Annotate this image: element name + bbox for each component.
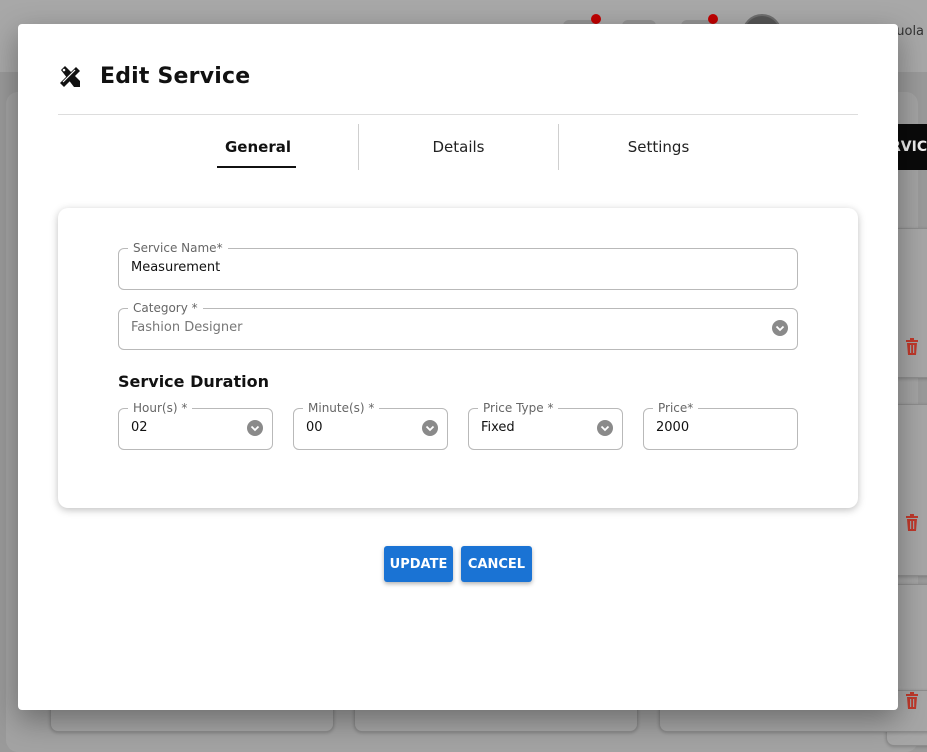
- minutes-label: Minute(s) *: [303, 400, 380, 416]
- service-name-field[interactable]: Service Name* Measurement: [118, 240, 798, 290]
- design-tools-icon: [60, 65, 80, 87]
- chevron-down-icon: [772, 320, 788, 336]
- cancel-button[interactable]: CANCEL: [461, 546, 532, 582]
- dialog-header: Edit Service: [58, 64, 250, 89]
- service-duration-heading: Service Duration: [118, 372, 269, 391]
- category-value: Fashion Designer: [131, 320, 243, 335]
- dialog-title: Edit Service: [100, 64, 251, 89]
- service-name-value: Measurement: [131, 260, 221, 275]
- price-type-select[interactable]: Price Type * Fixed: [468, 400, 623, 450]
- edit-service-dialog: Edit Service General Details Settings Se…: [18, 24, 898, 710]
- chevron-down-icon: [247, 420, 263, 436]
- chevron-down-icon: [422, 420, 438, 436]
- hours-value: 02: [131, 420, 148, 435]
- trash-icon: [906, 692, 918, 709]
- price-type-label: Price Type *: [478, 400, 559, 416]
- price-label: Price*: [653, 400, 699, 416]
- service-name-label: Service Name*: [128, 240, 228, 256]
- tab-general[interactable]: General: [158, 124, 358, 170]
- update-button[interactable]: UPDATE: [384, 546, 453, 582]
- header-divider: [58, 114, 858, 115]
- price-type-value: Fixed: [481, 420, 515, 435]
- category-select[interactable]: Category * Fashion Designer: [118, 300, 798, 350]
- category-label: Category *: [128, 300, 203, 316]
- cart-dot: [708, 14, 718, 24]
- trash-icon: [906, 338, 918, 355]
- price-value: 2000: [656, 420, 690, 435]
- minutes-value: 00: [306, 420, 323, 435]
- tab-bar: General Details Settings: [158, 124, 758, 170]
- tab-settings[interactable]: Settings: [558, 124, 758, 170]
- minutes-select[interactable]: Minute(s) * 00: [293, 400, 448, 450]
- notification-dot: [591, 14, 601, 24]
- trash-icon: [906, 514, 918, 531]
- hours-select[interactable]: Hour(s) * 02: [118, 400, 273, 450]
- tab-details[interactable]: Details: [358, 124, 558, 170]
- general-form-card: Service Name* Measurement Category * Fas…: [58, 208, 858, 508]
- price-field[interactable]: Price* 2000: [643, 400, 798, 450]
- chevron-down-icon: [597, 420, 613, 436]
- hours-label: Hour(s) *: [128, 400, 193, 416]
